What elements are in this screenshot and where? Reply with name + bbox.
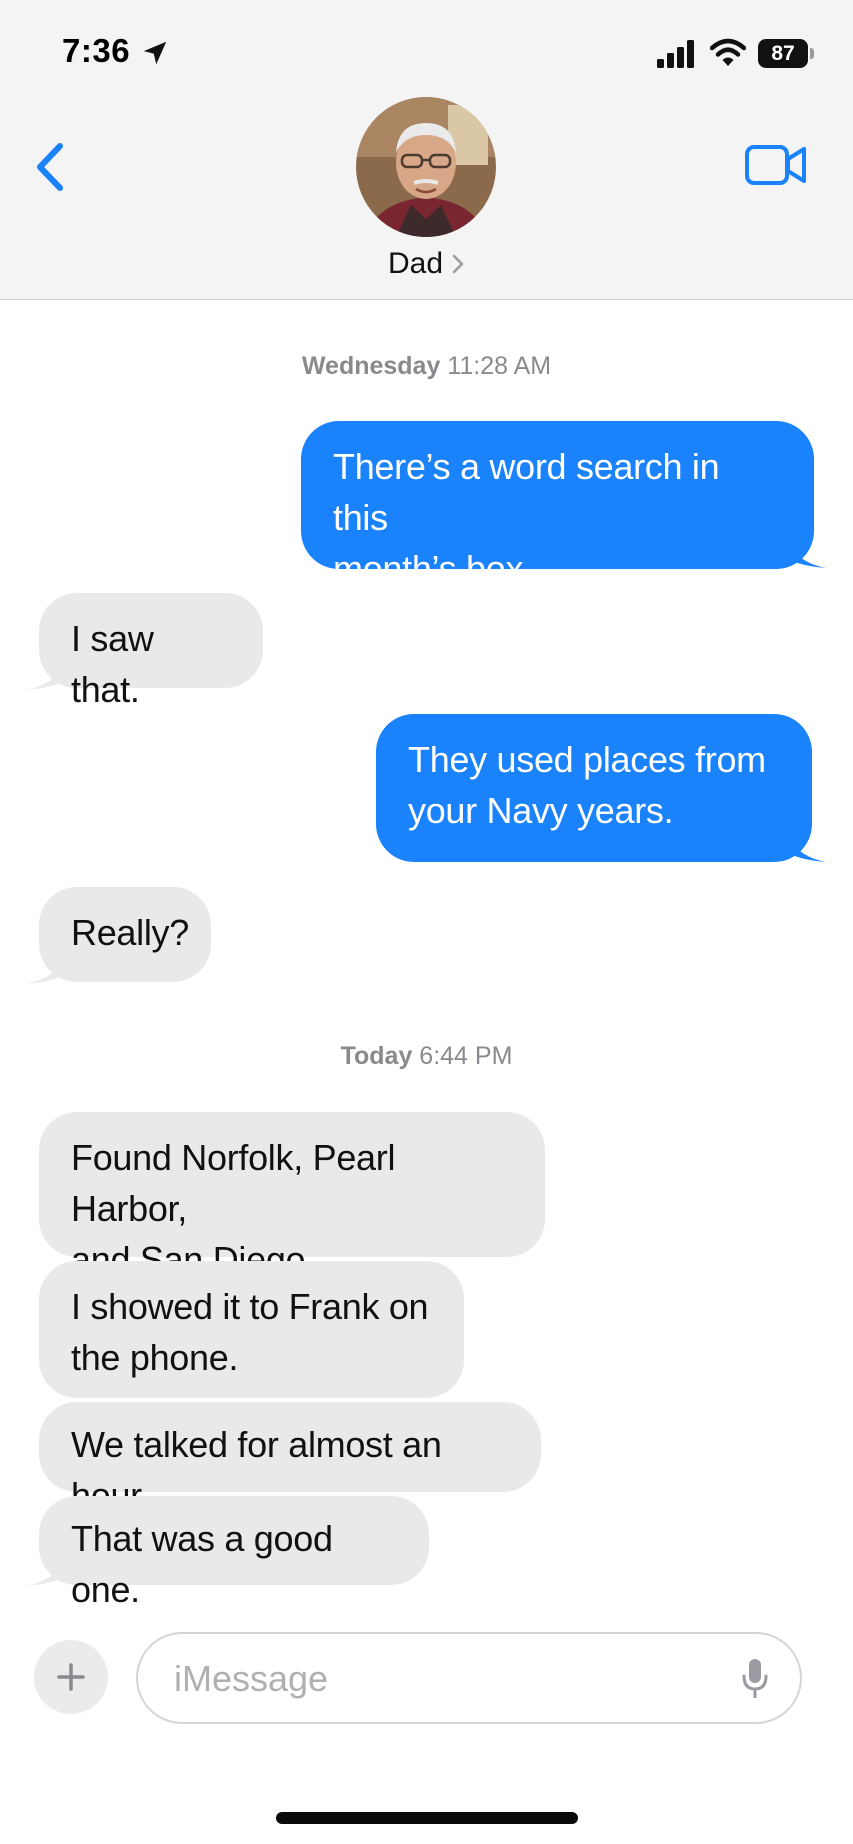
incoming-message[interactable]: That was a good one. bbox=[39, 1496, 429, 1610]
apps-plus-button[interactable] bbox=[34, 1640, 108, 1714]
conversation-header: 7:36 87 Dad bbox=[0, 0, 853, 300]
message-line: Found Norfolk, Pearl Harbor, bbox=[71, 1137, 396, 1229]
outgoing-message[interactable]: There’s a word search in this month’s bo… bbox=[301, 421, 814, 589]
timestamp: Wednesday 11:28 AM bbox=[0, 352, 853, 381]
battery-tip bbox=[810, 48, 814, 59]
incoming-message[interactable]: Really? bbox=[39, 887, 211, 982]
contact-name-button[interactable]: Dad bbox=[0, 244, 853, 284]
timestamp-day: Wednesday bbox=[301, 352, 441, 380]
chevron-right-icon bbox=[452, 254, 464, 274]
timestamp-day: Today bbox=[340, 1042, 413, 1070]
plus-icon bbox=[57, 1663, 85, 1691]
location-arrow-icon bbox=[143, 41, 167, 65]
messages-screen: 7:36 87 Dad Wednesday 11:28 AM There’s a… bbox=[0, 0, 853, 1844]
incoming-message[interactable]: Found Norfolk, Pearl Harbor, and San Die… bbox=[39, 1112, 545, 1280]
cellular-signal-icon bbox=[657, 40, 694, 68]
contact-avatar[interactable] bbox=[356, 97, 496, 237]
message-line: month’s box. bbox=[333, 548, 533, 589]
message-input-field[interactable] bbox=[136, 1632, 802, 1724]
timestamp: Today 6:44 PM bbox=[0, 1042, 853, 1071]
message-line: I saw that. bbox=[71, 618, 154, 710]
timestamp-time: 6:44 PM bbox=[419, 1042, 513, 1070]
message-line: the phone. bbox=[71, 1337, 239, 1378]
wifi-icon bbox=[710, 38, 746, 66]
avatar-photo bbox=[356, 97, 496, 237]
contact-name: Dad bbox=[387, 247, 444, 280]
back-button[interactable] bbox=[30, 140, 74, 194]
battery-indicator: 87 bbox=[758, 39, 808, 68]
message-line: That was a good one. bbox=[71, 1518, 333, 1610]
timestamp-time: 11:28 AM bbox=[447, 352, 552, 380]
message-text-input[interactable] bbox=[174, 1648, 714, 1710]
incoming-message[interactable]: We talked for almost an hour. bbox=[39, 1402, 541, 1516]
message-line: Really? bbox=[71, 912, 189, 953]
video-call-button[interactable] bbox=[744, 142, 808, 188]
incoming-message[interactable]: I saw that. bbox=[39, 593, 263, 710]
status-time: 7:36 bbox=[62, 32, 131, 69]
message-line: They used places from bbox=[408, 739, 766, 780]
message-line: I showed it to Frank on bbox=[71, 1286, 429, 1327]
message-line: your Navy years. bbox=[408, 790, 674, 831]
message-line: There’s a word search in this bbox=[333, 446, 720, 538]
microphone-icon[interactable] bbox=[742, 1658, 768, 1698]
incoming-message[interactable]: I showed it to Frank on the phone. bbox=[39, 1261, 464, 1398]
home-indicator bbox=[276, 1812, 578, 1824]
outgoing-message[interactable]: They used places from your Navy years. bbox=[376, 714, 812, 862]
